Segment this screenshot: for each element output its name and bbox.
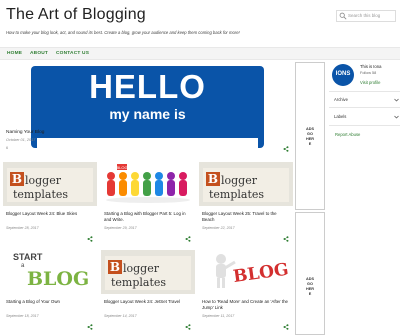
post-title[interactable]: Blogger Layout Week 25: Travel to the Be… [202, 211, 290, 223]
nav-item-contact[interactable]: CONTACT US [56, 51, 89, 56]
share-icon[interactable] [185, 324, 191, 330]
templates-word: templates [13, 188, 69, 201]
divider [329, 91, 400, 92]
featured-post[interactable]: HELLO my name is Naming Your Blog Octobe… [3, 62, 293, 152]
my-name-is-text: my name is [109, 106, 186, 122]
blogger-word: logger [221, 174, 257, 187]
main-content: HELLO my name is Naming Your Blog Octobe… [3, 62, 293, 335]
search-icon[interactable] [339, 12, 347, 20]
name-tag-blank [37, 138, 258, 148]
labels-label: Labels [334, 114, 347, 119]
a-text: a [21, 263, 25, 269]
post-card[interactable]: BLOG Starting a Blog with Blogger Part 5… [101, 162, 195, 248]
post-date: September 22, 2017 [202, 226, 235, 230]
chevron-down-icon[interactable] [394, 98, 399, 102]
avatar[interactable]: IONS [332, 64, 354, 86]
search-box[interactable]: Search this blog [336, 10, 396, 22]
follow-count: 58 [372, 71, 377, 75]
templates-word: templates [209, 188, 265, 201]
divider [329, 125, 400, 126]
post-card[interactable]: B logger templates Blogger Layout Week 2… [199, 162, 293, 248]
nav-bar: HOME ABOUT CONTACT US [0, 47, 400, 60]
blog-header: The Art of Blogging How to make your blo… [0, 0, 400, 46]
people-blog-image: BLOG [106, 164, 190, 203]
post-title[interactable]: Starting a Blog with Blogger Part 5: Log… [104, 211, 192, 223]
post-card[interactable]: BLOG How to 'Read More' and Create an 'A… [199, 250, 293, 335]
visit-profile-link[interactable]: Visit profile [360, 80, 380, 85]
blog-text: BLOG [27, 268, 90, 290]
hello-text: HELLO [89, 68, 206, 105]
post-title[interactable]: Starting a Blog of Your Own [6, 299, 94, 305]
blog-sign-text: BLOG [116, 165, 127, 170]
post-date: September 11, 2017 [202, 314, 235, 318]
follow-label: Follow [360, 71, 371, 75]
blogger-b-logo: B [206, 172, 220, 186]
share-icon[interactable] [185, 236, 191, 242]
search-input[interactable]: Search this blog [348, 13, 380, 18]
share-icon[interactable] [87, 236, 93, 242]
blogger-templates-image: B logger templates [105, 256, 191, 290]
archive-widget[interactable]: Archive [334, 97, 399, 102]
blogger-word: logger [123, 262, 159, 275]
ad-slot[interactable]: ADS GO HER E [295, 212, 325, 335]
start-text: START [13, 252, 43, 262]
blogger-b-logo: B [108, 260, 122, 274]
post-thumbnail[interactable]: START a BLOG [3, 250, 97, 294]
post-date: September 14, 2017 [104, 314, 137, 318]
post-title[interactable]: Blogger Layout Week 24: JetSet Travel [104, 299, 192, 305]
archive-label: Archive [334, 97, 348, 102]
share-icon[interactable] [283, 146, 289, 152]
post-date: September 29, 2017 [104, 226, 137, 230]
blog-title[interactable]: The Art of Blogging [6, 6, 146, 24]
post-card[interactable]: B logger templates Blogger Layout Week 2… [3, 162, 97, 248]
sidebar: IONS This is Iona Follow 58 Visit profil… [329, 60, 400, 335]
ad-slot[interactable]: ADS GO HER E [295, 62, 325, 210]
post-thumbnail[interactable]: BLOG [101, 162, 195, 206]
blogger-templates-image: B logger templates [203, 168, 289, 202]
featured-post-date: October 01, 2017 [6, 138, 36, 142]
comment-count[interactable]: 6 [6, 146, 8, 150]
blogger-word: logger [25, 174, 61, 187]
blogger-templates-image: B logger templates [7, 168, 93, 202]
ad-label-line: E [308, 142, 312, 146]
post-title[interactable]: Blogger Layout Week 24: Blue Skies [6, 211, 94, 217]
share-icon[interactable] [87, 324, 93, 330]
post-title[interactable]: How to 'Read More' and Create an 'After … [202, 299, 290, 311]
share-icon[interactable] [283, 324, 289, 330]
profile-name[interactable]: This is Iona [360, 64, 381, 69]
nav-item-home[interactable]: HOME [7, 51, 22, 56]
follow-button[interactable]: Follow 58 [360, 71, 376, 75]
labels-widget[interactable]: Labels [334, 114, 399, 119]
post-thumbnail[interactable]: B logger templates [199, 162, 293, 206]
red-blog-figure-image: BLOG [216, 254, 290, 288]
templates-word: templates [111, 276, 167, 289]
red-blog-text: BLOG [232, 260, 290, 288]
post-thumbnail[interactable]: BLOG [199, 250, 293, 294]
featured-image[interactable]: HELLO my name is [31, 66, 264, 148]
nav-item-about[interactable]: ABOUT [30, 51, 48, 56]
ad-label-line: E [308, 292, 312, 296]
avatar-text: IONS [335, 71, 351, 77]
post-date: September 18, 2017 [6, 314, 39, 318]
featured-post-title[interactable]: Naming Your Blog [6, 130, 44, 135]
post-thumbnail[interactable]: B logger templates [3, 162, 97, 206]
blog-description: How to make your blog look, act, and sou… [6, 30, 240, 35]
report-abuse-link[interactable]: Report Abuse [335, 132, 360, 137]
post-card[interactable]: B logger templates Blogger Layout Week 2… [101, 250, 195, 335]
chevron-down-icon[interactable] [394, 115, 399, 119]
blogger-b-logo: B [10, 172, 24, 186]
divider [329, 107, 400, 108]
post-date: September 28, 2017 [6, 226, 39, 230]
post-card[interactable]: START a BLOG Starting a Blog of Your Own… [3, 250, 97, 335]
share-icon[interactable] [283, 236, 289, 242]
post-thumbnail[interactable]: B logger templates [101, 250, 195, 294]
